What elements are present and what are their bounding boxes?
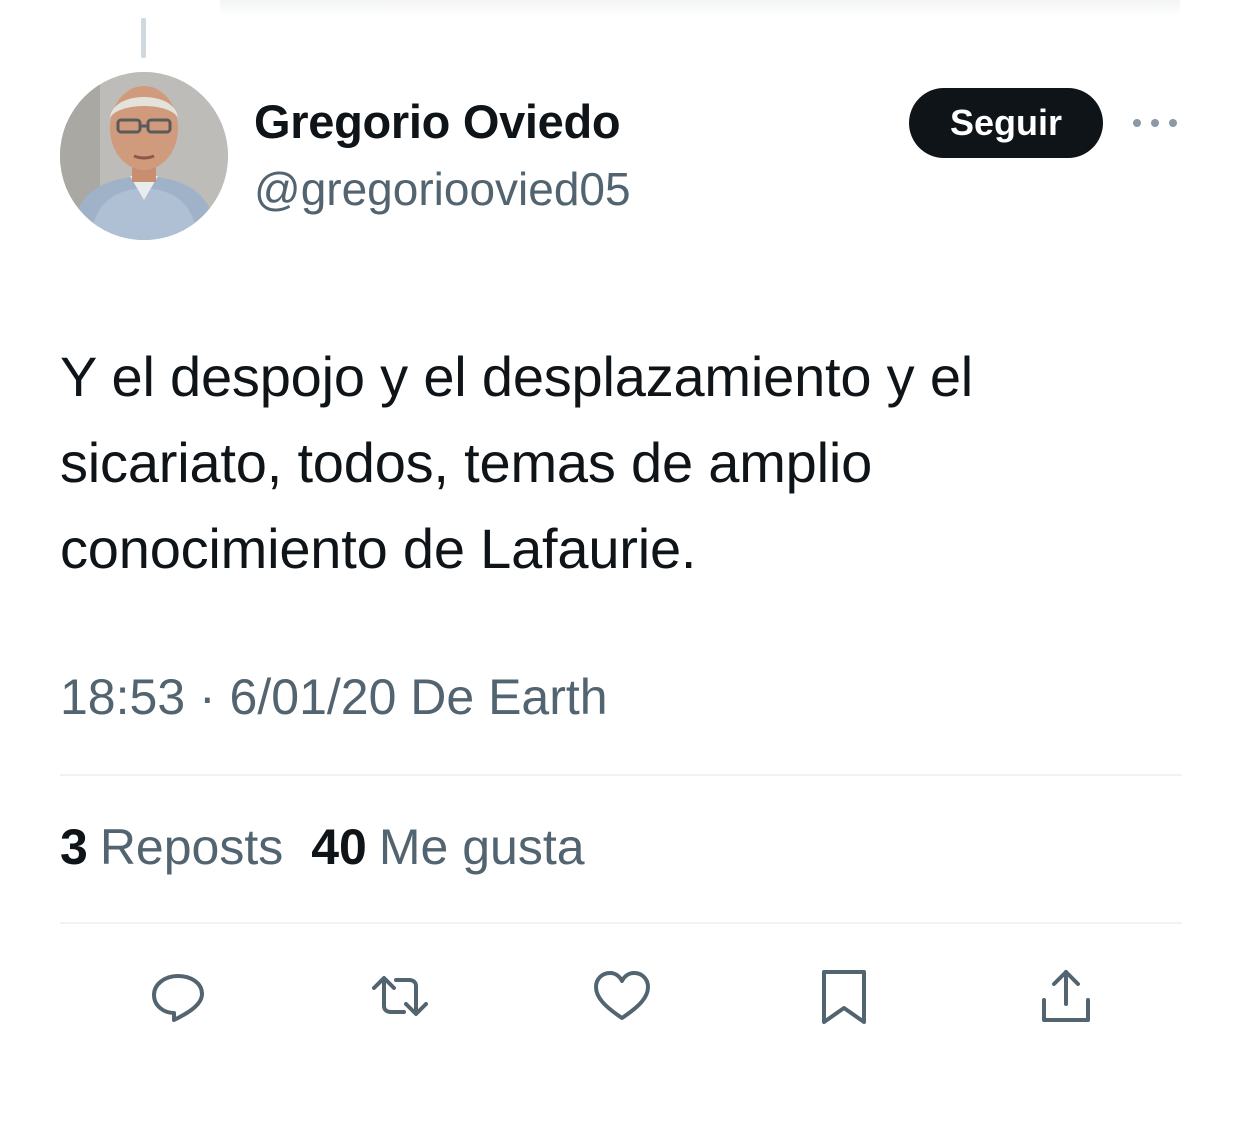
- more-dots-icon: [1133, 119, 1177, 127]
- tweet-stats: 3 Reposts 40 Me gusta: [60, 818, 613, 876]
- more-options-button[interactable]: [1130, 106, 1180, 140]
- tweet-timestamp-source[interactable]: 18:53 · 6/01/20 De Earth: [60, 668, 608, 726]
- author-display-name[interactable]: Gregorio Oviedo: [254, 94, 621, 149]
- divider: [60, 774, 1182, 776]
- divider: [60, 922, 1182, 924]
- like-button[interactable]: [592, 966, 652, 1026]
- heart-icon: [594, 971, 650, 1020]
- likes-count: 40: [311, 819, 367, 875]
- avatar-image: [60, 72, 228, 240]
- share-button[interactable]: [1036, 966, 1096, 1026]
- avatar[interactable]: [60, 72, 228, 240]
- reply-button[interactable]: [148, 966, 208, 1026]
- bookmark-button[interactable]: [814, 966, 874, 1026]
- likes-label: Me gusta: [378, 819, 585, 875]
- bookmark-icon: [822, 970, 866, 1024]
- reposts-label: Reposts: [99, 819, 284, 875]
- author-handle[interactable]: @gregorioovied05: [254, 162, 631, 216]
- repost-icon: [372, 976, 428, 1016]
- top-strip: [220, 0, 1180, 16]
- follow-button[interactable]: Seguir: [909, 88, 1103, 158]
- thread-connector-line: [141, 18, 146, 58]
- share-icon: [1042, 970, 1090, 1022]
- tweet-text: Y el despojo y el desplazamiento y el si…: [60, 345, 974, 580]
- likes-stat[interactable]: 40 Me gusta: [311, 818, 584, 876]
- repost-button[interactable]: [370, 966, 430, 1026]
- reposts-count: 3: [60, 819, 88, 875]
- reposts-stat[interactable]: 3 Reposts: [60, 818, 283, 876]
- reply-icon: [152, 974, 204, 1022]
